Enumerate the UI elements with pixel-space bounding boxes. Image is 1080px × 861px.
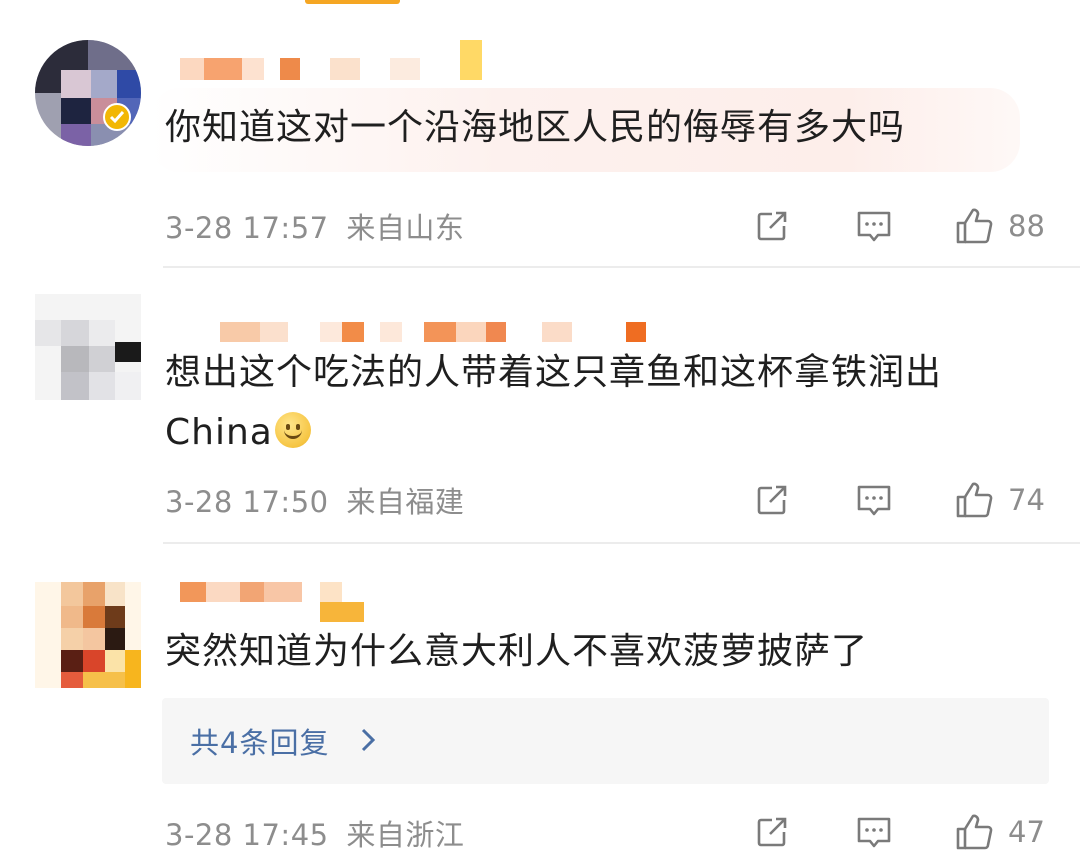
view-replies-link[interactable]: 共4条回复 — [190, 720, 329, 762]
share-icon[interactable] — [752, 812, 792, 852]
comment-actions: 47 — [752, 810, 1048, 854]
comment-text: 想出这个吃法的人带着这只章鱼和这杯拿铁润出 China — [165, 343, 990, 463]
comment-meta: 3-28 17:45 来自浙江 — [165, 812, 464, 854]
thumbs-up-icon[interactable] — [954, 812, 994, 852]
comment-location: 来自福建 — [346, 485, 465, 519]
smile-emoji-icon — [274, 412, 311, 448]
comment-meta: 3-28 17:50 来自福建 — [165, 479, 464, 521]
avatar[interactable] — [35, 294, 141, 400]
comment-location: 来自浙江 — [346, 818, 465, 852]
comment-actions: 88 — [752, 204, 1048, 248]
username[interactable] — [180, 40, 500, 84]
comment-icon[interactable] — [854, 480, 894, 520]
avatar[interactable] — [35, 40, 141, 146]
thumbs-up-icon[interactable] — [954, 206, 994, 246]
comment-feed: 你知道这对一个沿海地区人民的侮辱有多大吗 3-28 17:57 来自山东 88 — [0, 0, 1080, 861]
comment-text-line: China — [165, 403, 990, 463]
comment-text-line: 想出这个吃法的人带着这只章鱼和这杯拿铁润出 — [165, 352, 943, 393]
like-count: 74 — [1008, 483, 1045, 517]
comment-time: 3-28 17:57 — [165, 211, 329, 245]
comment-time: 3-28 17:45 — [165, 818, 329, 852]
comment-item: 突然知道为什么意大利人不喜欢菠萝披萨了 共4条回复 3-28 17:45 来自浙… — [0, 544, 1080, 861]
chevron-right-icon — [358, 726, 380, 756]
comment-meta: 3-28 17:57 来自山东 — [165, 205, 464, 247]
comment-icon[interactable] — [854, 206, 894, 246]
comment-icon[interactable] — [854, 812, 894, 852]
share-icon[interactable] — [752, 480, 792, 520]
like-count: 47 — [1008, 815, 1045, 849]
comment-text: 你知道这对一个沿海地区人民的侮辱有多大吗 — [165, 107, 906, 148]
username[interactable] — [180, 580, 380, 624]
comment-text: 突然知道为什么意大利人不喜欢菠萝披萨了 — [165, 631, 869, 672]
comment-actions: 74 — [752, 478, 1048, 522]
comment-item: 想出这个吃法的人带着这只章鱼和这杯拿铁润出 China 3-28 17:50 来… — [0, 268, 1080, 544]
like-count: 88 — [1008, 209, 1045, 243]
comment-item: 你知道这对一个沿海地区人民的侮辱有多大吗 3-28 17:57 来自山东 88 — [0, 0, 1080, 268]
verified-badge-icon — [103, 103, 131, 131]
comment-time: 3-28 17:50 — [165, 485, 329, 519]
comment-text-suffix: China — [165, 412, 273, 453]
thumbs-up-icon[interactable] — [954, 480, 994, 520]
share-icon[interactable] — [752, 206, 792, 246]
avatar[interactable] — [35, 582, 141, 688]
replies-box[interactable]: 共4条回复 — [162, 698, 1049, 784]
comment-location: 来自山东 — [346, 211, 465, 245]
